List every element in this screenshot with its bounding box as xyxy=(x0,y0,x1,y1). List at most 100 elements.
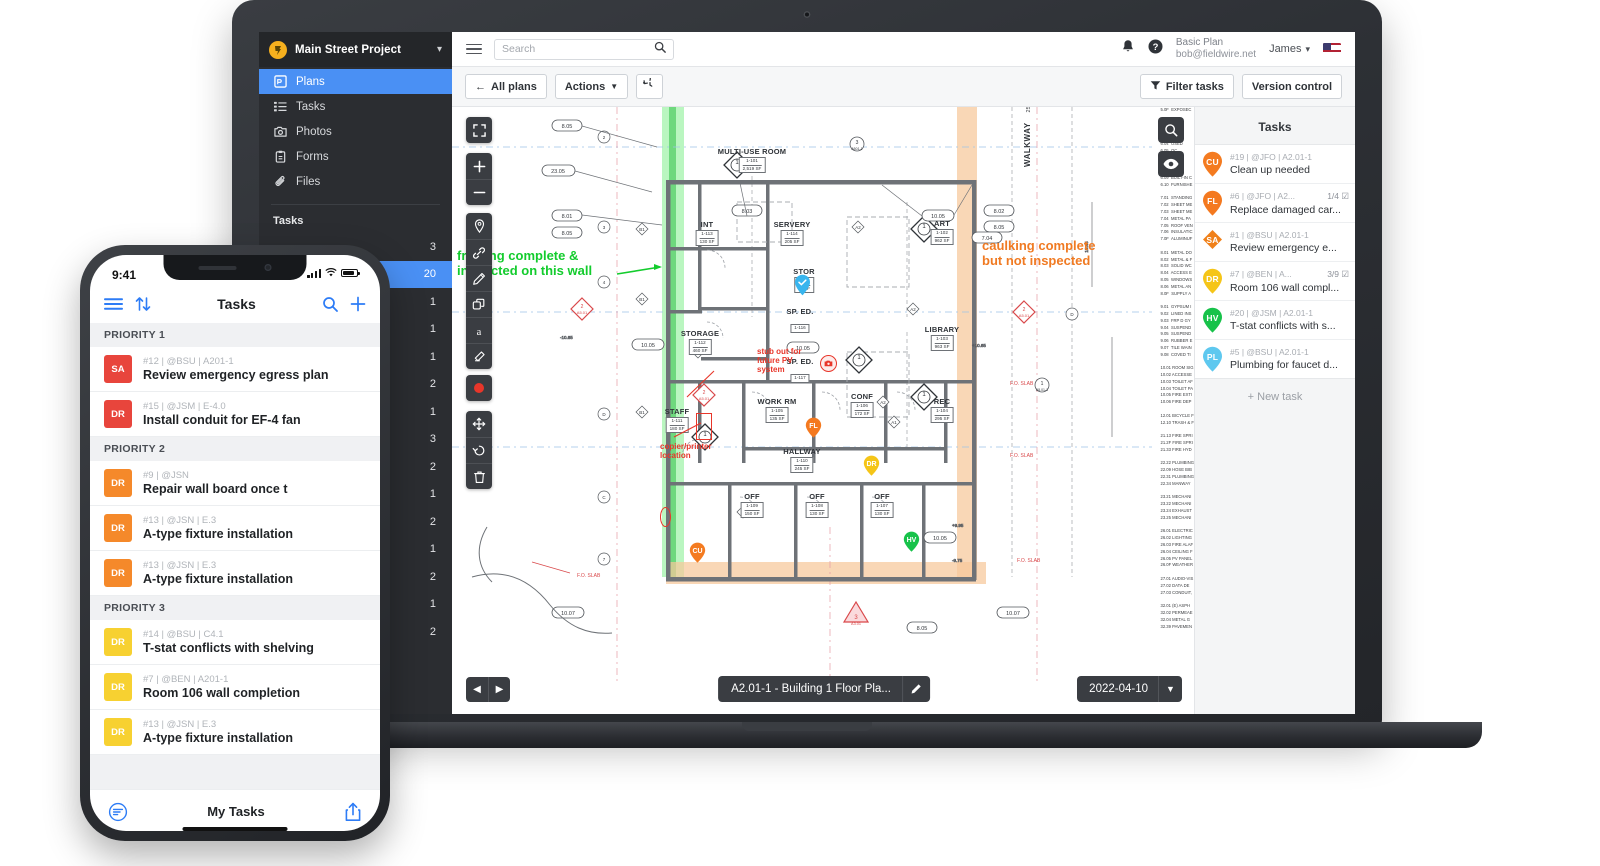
task-row[interactable]: PL #5 | @BSU | A2.01-1 Plumbing for faucet… xyxy=(1195,340,1355,378)
plan-task-marker[interactable]: CU xyxy=(689,542,706,564)
bell-icon[interactable] xyxy=(1121,39,1135,59)
sort-icon[interactable] xyxy=(135,296,151,312)
phone-task-name: Review emergency egress plan xyxy=(143,368,329,382)
phone-task-row[interactable]: DR #13 | @JSN | E.3 A-type fixture install… xyxy=(90,506,380,551)
sidebar-item-plans[interactable]: Plans xyxy=(259,69,452,94)
trash-icon[interactable] xyxy=(466,463,492,489)
link-icon[interactable] xyxy=(466,239,492,265)
task-pin-icon: FL xyxy=(1202,190,1223,216)
plan-photo-marker[interactable] xyxy=(820,355,837,372)
floorplan-room-label: CONF 1-106 172 SF xyxy=(850,392,874,420)
plus-icon[interactable] xyxy=(350,296,366,312)
phone-task-text: #12 | @BSU | A201-1 Review emergency egre… xyxy=(143,356,329,382)
room-area: 963 SF xyxy=(934,342,950,349)
help-icon[interactable]: ? xyxy=(1148,39,1163,59)
hamburger-icon[interactable] xyxy=(466,43,482,55)
caret-down-icon[interactable]: ▼ xyxy=(1158,676,1182,702)
room-number: 1-102 xyxy=(936,230,948,235)
sidebar-item-forms[interactable]: Forms xyxy=(259,144,452,169)
svg-text:F.O. SLAB: F.O. SLAB xyxy=(577,573,601,579)
hamburger-icon[interactable] xyxy=(104,297,123,311)
zoom-in-icon[interactable] xyxy=(466,153,492,179)
sidebar-count-value: 2 xyxy=(429,515,436,528)
project-selector[interactable]: Main Street Project ▾ xyxy=(259,32,452,67)
filter-tasks-button[interactable]: Filter tasks xyxy=(1139,74,1234,99)
tasks-panel-list: CU #19 | @JFO | A2.01-1 Clean up needed FL #… xyxy=(1195,144,1355,379)
task-row[interactable]: FL #6 | @JFO | A2... 1/4 ☑ Replace damaged … xyxy=(1195,184,1355,223)
new-task-button[interactable]: + New task xyxy=(1195,379,1355,415)
search-icon[interactable] xyxy=(654,40,666,58)
plan-bottom-bar: ◀ ▶ A2.01-1 - Building 1 Floor Pla... 20… xyxy=(466,676,1182,702)
room-number: 1-111 xyxy=(671,418,683,423)
actions-button[interactable]: Actions ▼ xyxy=(554,74,629,99)
task-row[interactable]: HV #20 | @JSM | A2.01-1 T-stat conflicts w… xyxy=(1195,301,1355,340)
task-text: #1 | @BSU | A2.01-1 Review emergency e... xyxy=(1230,230,1349,254)
undo-icon[interactable] xyxy=(466,437,492,463)
chevron-right-icon[interactable]: ▶ xyxy=(488,676,510,702)
us-flag-icon[interactable] xyxy=(1323,43,1341,55)
room-number: 1-113 xyxy=(701,231,713,236)
sidebar-count-value: 1 xyxy=(429,323,436,336)
history-button[interactable] xyxy=(636,73,664,99)
sidebar-item-label: Tasks xyxy=(296,100,326,113)
phone-section-header: PRIORITY 3 xyxy=(90,596,380,620)
fullscreen-icon[interactable] xyxy=(466,117,492,143)
search-input[interactable] xyxy=(502,43,648,55)
search-input-wrapper[interactable] xyxy=(494,38,674,60)
phone-task-meta: #13 | @JSN | E.3 xyxy=(143,515,217,526)
task-row[interactable]: SA #1 | @BSU | A2.01-1 Review emergency e.… xyxy=(1195,223,1355,262)
phone-section-header: PRIORITY 2 xyxy=(90,437,380,461)
pencil-icon[interactable] xyxy=(466,265,492,291)
phone-task-row[interactable]: DR #15 | @JSM | E-4.0 Install conduit for … xyxy=(90,392,380,437)
chevron-down-icon[interactable]: ▾ xyxy=(437,44,442,55)
fieldwire-logo-icon xyxy=(269,40,287,59)
version-control-button[interactable]: Version control xyxy=(1241,74,1342,99)
pencil-icon[interactable] xyxy=(901,676,930,702)
task-meta: #6 | @JFO | A2... 1/4 ☑ xyxy=(1230,191,1349,202)
plan-marker-check[interactable] xyxy=(794,274,811,296)
phone-task-row[interactable]: DR #13 | @JSN | E.3 A-type fixture install… xyxy=(90,710,380,755)
text-icon[interactable]: a xyxy=(466,317,492,343)
phone-task-row[interactable]: SA #12 | @BSU | A201-1 Review emergency eg… xyxy=(90,347,380,392)
plan-task-marker[interactable]: HV xyxy=(903,531,920,553)
task-row[interactable]: CU #19 | @JFO | A2.01-1 Clean up needed xyxy=(1195,145,1355,184)
plan-title-bar[interactable]: A2.01-1 - Building 1 Floor Pla... xyxy=(718,676,930,702)
svg-text:a: a xyxy=(477,326,482,337)
phone-task-row[interactable]: DR #7 | @BEN | A201-1 Room 106 wall comple… xyxy=(90,665,380,710)
move-icon[interactable] xyxy=(466,411,492,437)
plan-task-marker[interactable]: DR xyxy=(863,455,880,477)
phone-task-row[interactable]: DR #14 | @BSU | C4.1 T-stat conflicts with… xyxy=(90,620,380,665)
task-meta-label: #1 | @BSU | A2.01-1 xyxy=(1230,230,1309,240)
all-plans-button[interactable]: ← All plans xyxy=(465,74,547,99)
sidebar-item-photos[interactable]: Photos xyxy=(259,119,452,144)
room-number: 1-112 xyxy=(694,340,706,345)
plan-date-selector[interactable]: 2022-04-10 ▼ xyxy=(1077,676,1182,702)
magnify-icon[interactable] xyxy=(1158,117,1184,143)
plan-task-marker[interactable]: FL xyxy=(805,417,822,439)
phone-task-meta: #9 | @JSN xyxy=(143,470,189,481)
sidebar-item-tasks[interactable]: Tasks xyxy=(259,94,452,119)
svg-text:A5.01: A5.01 xyxy=(577,310,588,315)
signal-icon xyxy=(307,268,321,278)
filter-list-icon[interactable] xyxy=(108,802,128,822)
floorplan-annotation: copier/printer location xyxy=(660,442,712,461)
share-icon[interactable] xyxy=(344,802,362,822)
sidebar-item-files[interactable]: Files xyxy=(259,169,452,194)
zoom-out-icon[interactable] xyxy=(466,179,492,205)
tasks-panel-title: Tasks xyxy=(1258,120,1292,134)
user-menu[interactable]: James ▾ xyxy=(1269,43,1310,55)
pin-icon[interactable] xyxy=(466,213,492,239)
phone-task-text: #13 | @JSN | E.3 A-type fixture installat… xyxy=(143,560,293,586)
phone-task-badge: DR xyxy=(104,559,132,587)
phone-task-row[interactable]: DR #9 | @JSN Repair wall board once t xyxy=(90,461,380,506)
chevron-left-icon[interactable]: ◀ xyxy=(466,677,488,702)
task-row[interactable]: DR #7 | @BEN | A... 3/9 ☑ Room 106 wall com… xyxy=(1195,262,1355,301)
phone-task-row[interactable]: DR #13 | @JSN | E.3 A-type fixture install… xyxy=(90,551,380,596)
plan-task-marker-initials: DR xyxy=(866,460,877,468)
shapes-icon[interactable] xyxy=(466,291,492,317)
plan-viewer[interactable]: 1 1 1 1 1 2 A5.01 2 A5.01 2 A5.01 8.05 2… xyxy=(452,107,1195,714)
search-icon[interactable] xyxy=(322,296,338,312)
record-icon[interactable] xyxy=(466,375,492,401)
eye-icon[interactable] xyxy=(1158,151,1184,177)
eraser-icon[interactable] xyxy=(466,343,492,369)
